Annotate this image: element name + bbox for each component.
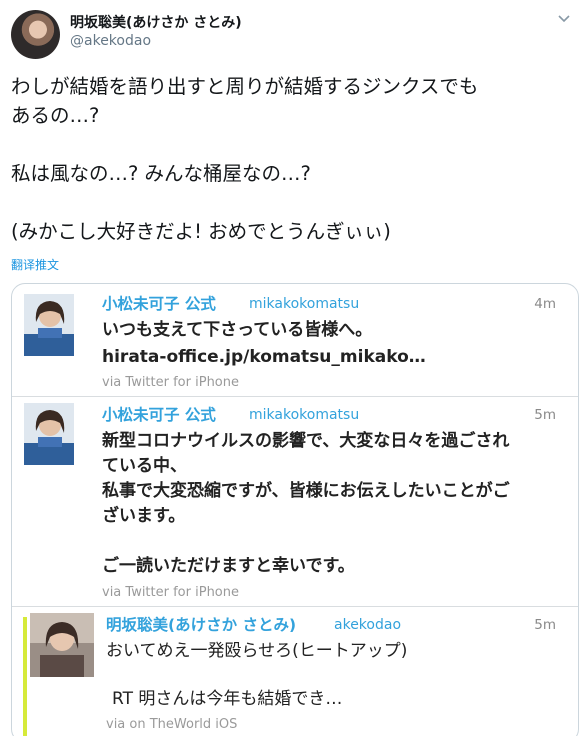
translate-tweet-link[interactable]: 翻译推文 xyxy=(11,256,59,273)
tweet-line: わしが結婚を語り出すと周りが結婚するジンクスでも xyxy=(11,75,479,98)
tweet-line xyxy=(11,130,581,159)
card-text-line: ている中、 xyxy=(102,456,187,476)
tweet-line xyxy=(11,188,581,217)
display-name[interactable]: 明坂聡美(あけさか さとみ) xyxy=(70,12,242,32)
tweet-line: 私は風なの…? みんな桶屋なの…? xyxy=(11,162,311,185)
card-text-line: 私事で大変恐縮ですが、皆様にお伝えしたいことがご xyxy=(102,481,510,501)
card-handle: akekodao xyxy=(334,617,402,633)
embedded-image[interactable]: 小松未可子 公式 mikakokomatsu 4m いつも支えて下さっている皆様… xyxy=(11,283,579,736)
card-display-name: 小松未可子 公式 xyxy=(102,295,216,313)
avatar xyxy=(24,294,74,356)
avatar xyxy=(30,613,94,677)
card-text-line: ざいます。 xyxy=(102,506,186,526)
thread-indicator xyxy=(23,617,27,736)
card-handle: mikakokomatsu xyxy=(249,296,360,312)
timeline-card: 小松未可子 公式 mikakokomatsu 4m いつも支えて下さっている皆様… xyxy=(12,284,578,396)
card-display-name: 小松未可子 公式 xyxy=(102,406,216,424)
tweet-line: (みかこし大好きだよ! おめでとうんぎぃぃ) xyxy=(11,220,391,243)
card-text-line: RT 明さんは今年も結婚でき… xyxy=(112,689,343,709)
timeline-card: 明坂聡美(あけさか さとみ) akekodao 5m おいてめえ一発殴らせろ(ヒ… xyxy=(12,607,578,736)
card-timestamp: 5m xyxy=(534,617,556,633)
avatar xyxy=(24,403,74,465)
card-text-line: おいてめえ一発殴らせろ(ヒートアップ) xyxy=(106,641,408,661)
card-text-line: いつも支えて下さっている皆様へ。 xyxy=(102,320,373,340)
card-source: via Twitter for iPhone xyxy=(102,585,239,600)
timeline-card: 小松未可子 公式 mikakokomatsu 5m 新型コロナウイルスの影響で、… xyxy=(12,397,578,607)
card-source: via on TheWorld iOS xyxy=(106,717,238,732)
tweet-line: あるの…? xyxy=(11,104,100,127)
card-timestamp: 5m xyxy=(534,407,556,423)
tweet-text: わしが結婚を語り出すと周りが結婚するジンクスでも あるの…? 私は風なの…? み… xyxy=(11,72,581,246)
chevron-down-icon[interactable] xyxy=(557,12,571,26)
tweet-header: 明坂聡美(あけさか さとみ) @akekodao xyxy=(0,0,585,66)
card-timestamp: 4m xyxy=(534,296,556,312)
card-source: via Twitter for iPhone xyxy=(102,375,239,390)
avatar[interactable] xyxy=(11,10,60,59)
card-text-line: 新型コロナウイルスの影響で、大変な日々を過ごされ xyxy=(102,431,510,451)
user-handle[interactable]: @akekodao xyxy=(70,33,151,49)
card-handle: mikakokomatsu xyxy=(249,407,360,423)
card-text-line: ご一読いただけますと幸いです。 xyxy=(102,556,355,576)
card-display-name: 明坂聡美(あけさか さとみ) xyxy=(106,616,297,634)
card-text-line: hirata-office.jp/komatsu_mikako… xyxy=(102,347,426,367)
